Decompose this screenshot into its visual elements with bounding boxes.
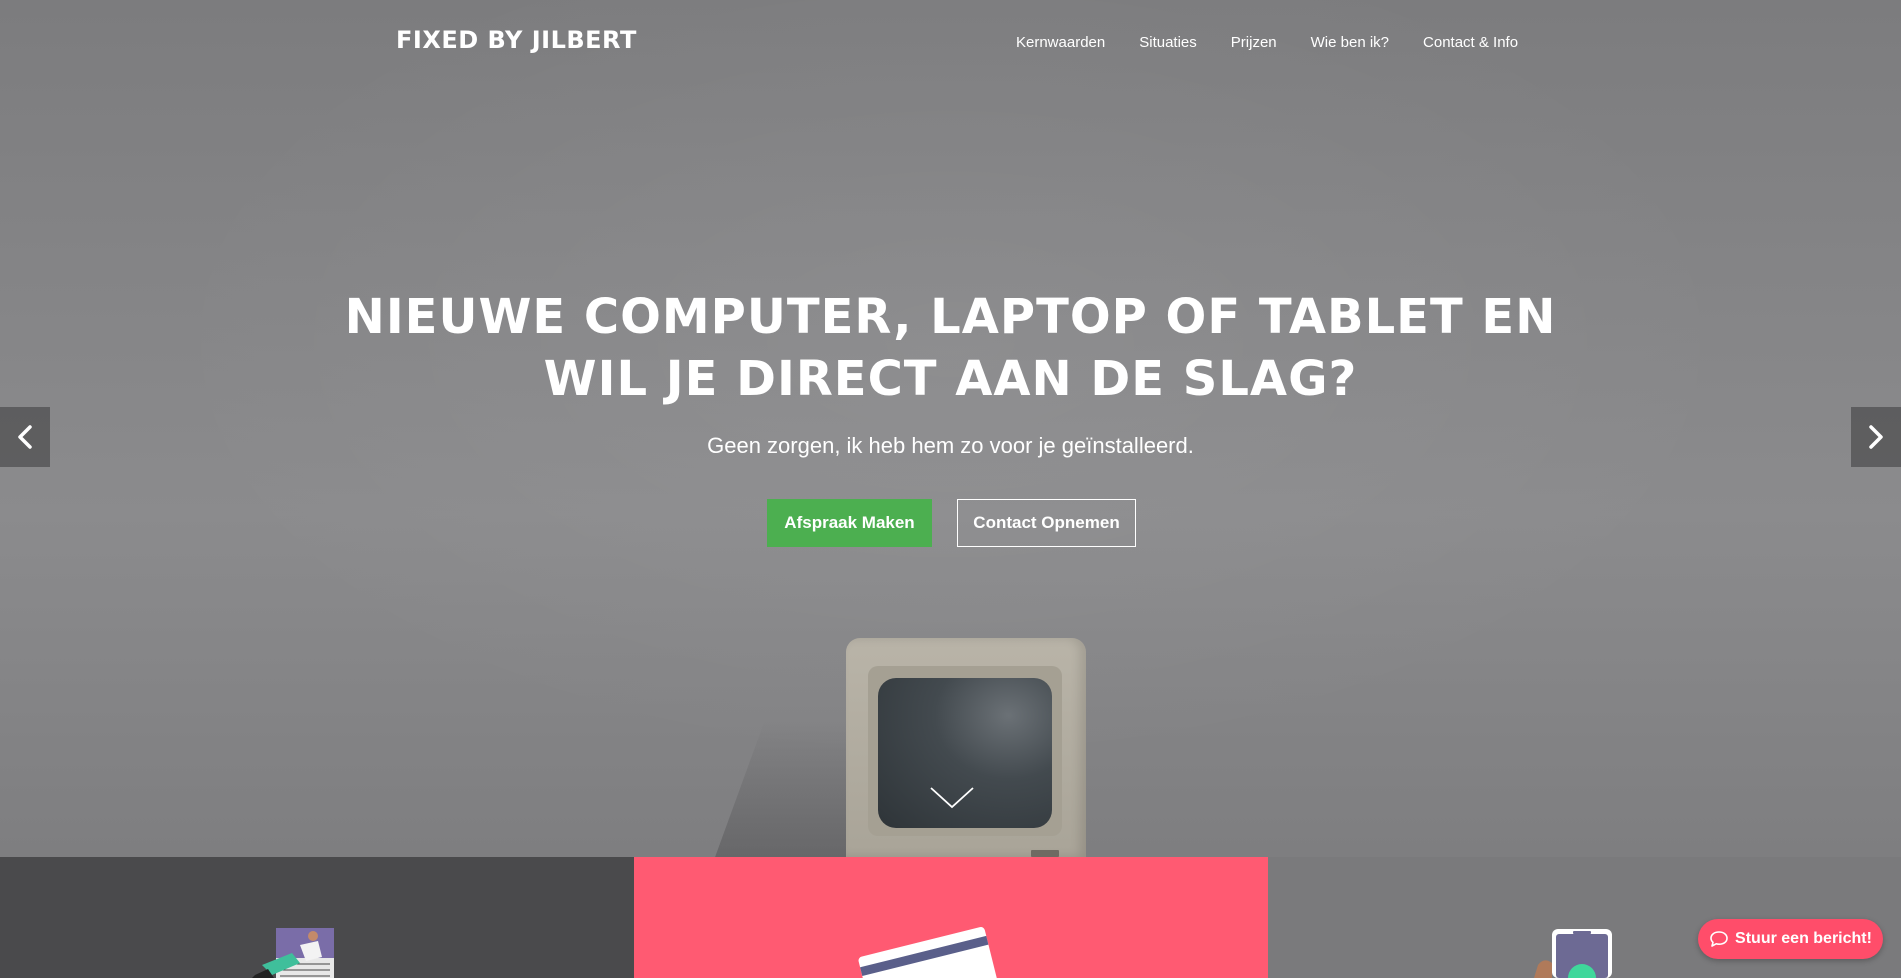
headline-line-1: NIEUWE COMPUTER, LAPTOP OF TABLET EN <box>344 289 1557 345</box>
hero-section: FIXED BY JILBERT Kernwaarden Situaties P… <box>0 0 1901 857</box>
hero-subline: Geen zorgen, ik heb hem zo voor je geïns… <box>707 433 1194 458</box>
feature-panel-1 <box>0 857 634 978</box>
vintage-computer-image <box>846 638 1086 857</box>
feature-panel-3 <box>1268 857 1901 978</box>
carousel-next-button[interactable] <box>1851 407 1901 467</box>
site-logo[interactable]: FIXED BY JILBERT <box>396 26 637 54</box>
nav-item-situaties[interactable]: Situaties <box>1139 34 1197 51</box>
card-illustration <box>858 926 998 978</box>
person-illustration <box>252 928 334 978</box>
chevron-left-icon <box>18 425 32 449</box>
main-nav: Kernwaarden Situaties Prijzen Wie ben ik… <box>1016 34 1552 51</box>
floppy-slot <box>1031 850 1059 857</box>
carousel-prev-button[interactable] <box>0 407 50 467</box>
nav-item-prijzen[interactable]: Prijzen <box>1231 34 1277 51</box>
contact-opnemen-button[interactable]: Contact Opnemen <box>957 499 1136 547</box>
phone-illustration <box>1534 929 1612 978</box>
afspraak-maken-button[interactable]: Afspraak Maken <box>767 499 932 547</box>
nav-item-wie-ben-ik[interactable]: Wie ben ik? <box>1311 34 1389 51</box>
nav-item-kernwaarden[interactable]: Kernwaarden <box>1016 34 1105 51</box>
headline-line-2: WIL JE DIRECT AAN DE SLAG? <box>543 351 1358 407</box>
chevron-right-icon <box>1869 425 1883 449</box>
chat-button-label: Stuur een bericht! <box>1735 930 1872 947</box>
chat-button[interactable]: Stuur een bericht! <box>1698 919 1883 959</box>
speech-bubble-icon <box>1709 930 1729 948</box>
hero-headline: NIEUWE COMPUTER, LAPTOP OF TABLET EN WIL… <box>0 286 1901 410</box>
nav-item-contact-info[interactable]: Contact & Info <box>1423 34 1518 51</box>
chevron-down-icon[interactable] <box>929 785 975 811</box>
feature-panel-2 <box>634 857 1268 978</box>
